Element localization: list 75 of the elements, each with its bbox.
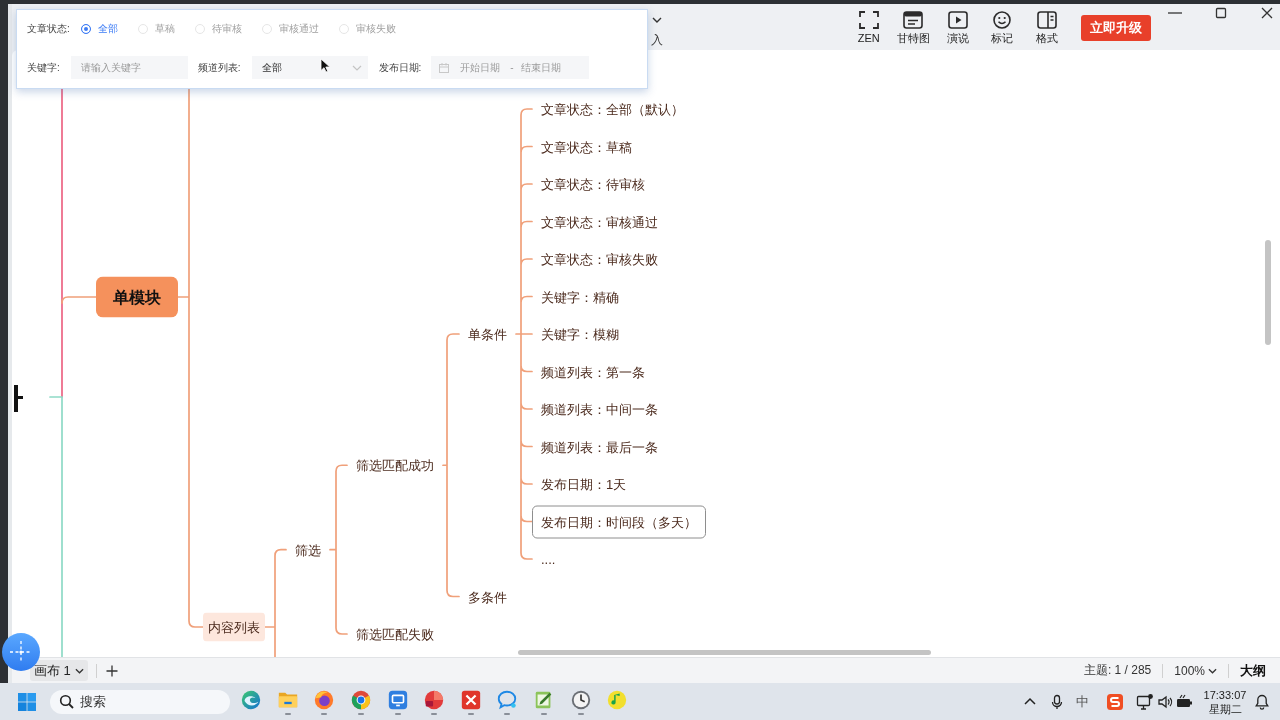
clock-time[interactable]: 17:33:07 [1203, 687, 1247, 702]
toolbar-button[interactable]: ZEN [846, 4, 891, 45]
mind-map-topic[interactable]: 内容列表 [203, 612, 265, 642]
mind-map-topic[interactable]: 筛选 [286, 533, 330, 567]
mind-map-topic[interactable]: 文章状态：草稿 [532, 130, 641, 163]
mind-map-topic[interactable]: 筛选匹配成功 [347, 448, 443, 482]
start-menu-icon[interactable] [17, 691, 37, 712]
filter-label: 关键字: [27, 60, 60, 75]
chat-icon[interactable] [496, 688, 519, 711]
zoom-dropdown[interactable]: 100% [1174, 663, 1217, 678]
toolbar-button[interactable]: 标记 [980, 4, 1025, 45]
mind-map-topic[interactable]: 频道列表：中间一条 [532, 392, 667, 426]
mind-map-topic[interactable]: 频道列表：最后一条 [532, 430, 667, 463]
document-app-icon[interactable] [423, 688, 446, 711]
calendar-icon [439, 62, 450, 73]
monitor-app-icon[interactable] [386, 688, 409, 711]
toolbar-button[interactable]: 入 [650, 4, 664, 47]
plus-icon[interactable] [105, 664, 118, 677]
search-icon [59, 694, 74, 709]
toolbar-button[interactable]: 演说 [935, 4, 980, 45]
clipped-topic-edge [13, 385, 23, 412]
mouse-pointer-icon [320, 58, 330, 73]
chevron-down-icon [1208, 667, 1217, 674]
search-input[interactable]: 搜索 [80, 694, 210, 709]
horizontal-scrollbar-thumb[interactable] [518, 650, 931, 655]
play-icon [947, 11, 968, 29]
mind-map-topic[interactable]: 关键字：精确 [532, 280, 628, 313]
browser-icon[interactable] [313, 688, 336, 711]
keyword-input[interactable]: 请输入关键字 [70, 56, 188, 79]
topic-count: 主题: 1 / 285 [1083, 662, 1152, 679]
mind-map-topic[interactable]: 单条件 [459, 317, 516, 351]
canvas-tab[interactable]: 画布 1 [30, 660, 88, 681]
filter-label: 频道列表: [197, 60, 241, 75]
notification-icon[interactable] [1253, 692, 1271, 711]
clock-weekday[interactable]: 星期二 [1208, 701, 1242, 716]
microphone-icon[interactable] [1049, 693, 1065, 710]
mind-map-topic[interactable]: 频道列表：第一条 [532, 355, 654, 388]
channel-select[interactable]: 全部 [251, 56, 368, 79]
network-icon[interactable] [1136, 692, 1154, 711]
tray-app-icon[interactable] [1106, 692, 1124, 711]
start-date-input[interactable]: 开始日期 [460, 62, 501, 73]
chevron-down-icon [351, 64, 362, 71]
mind-map-topic[interactable]: 多条件 [459, 580, 516, 613]
mind-map-topic[interactable]: 筛选匹配失败 [347, 617, 443, 651]
smiley-icon [992, 11, 1013, 29]
toolbar-button[interactable]: 格式 [1024, 4, 1069, 45]
mind-map-topic[interactable]: 发布日期：1天 [532, 467, 636, 501]
input-method-indicator[interactable]: 中 [1073, 692, 1091, 711]
radio-option[interactable]: 全部 [80, 22, 118, 36]
toolbar-button[interactable]: 甘特图 [891, 4, 936, 45]
mind-map-topic[interactable]: 文章状态：待审核 [532, 167, 654, 201]
mind-map-topic[interactable]: 文章状态：全部（默认） [532, 92, 693, 126]
mind-map-topic[interactable]: 文章状态：审核失败 [532, 242, 667, 276]
end-date-input[interactable]: 结束日期 [520, 62, 561, 73]
mind-map-topic[interactable]: 单模块 [96, 276, 178, 318]
app-tile-icon[interactable] [459, 688, 482, 711]
date-separator: - [510, 62, 514, 73]
browser-icon[interactable] [240, 688, 263, 711]
outline-button[interactable]: 大纲 [1240, 661, 1266, 680]
chevron-down-icon [652, 17, 662, 23]
panel-icon [1036, 11, 1057, 29]
browser-icon[interactable] [350, 688, 373, 711]
upgrade-button[interactable]: 立即升级 [1081, 15, 1151, 41]
mind-map-topic[interactable]: 关键字：模糊 [532, 317, 628, 351]
chevron-down-icon [74, 667, 84, 674]
speaker-icon[interactable] [1157, 693, 1173, 710]
filter-label: 文章状态: [27, 22, 70, 36]
list-window-icon [903, 11, 924, 29]
fullscreen-icon [858, 11, 879, 29]
mind-map-topic[interactable]: .... [532, 542, 565, 576]
search-field[interactable]: 搜索 [50, 689, 230, 714]
clock-icon[interactable] [569, 688, 592, 711]
filter-label: 发布日期: [378, 60, 422, 75]
mind-map-topic[interactable]: 文章状态：审核通过 [532, 205, 667, 238]
vertical-scrollbar-thumb[interactable] [1265, 240, 1271, 345]
